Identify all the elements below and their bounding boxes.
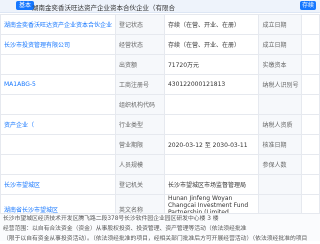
status-badge: 存续 <box>300 1 317 10</box>
page-title: 湖南金奕香沃旺达资产企业资本合伙企业（有限合 <box>32 4 175 12</box>
cell-col-1[interactable]: MA1ABG-5 <box>0 74 117 95</box>
table-row: 组织机构代码 <box>0 94 320 115</box>
cell-value-2 <box>301 94 320 115</box>
cell-label: 行业类型 <box>115 114 165 135</box>
cell-col-1[interactable] <box>0 54 117 75</box>
cell-value-2 <box>301 114 320 135</box>
cell-label-2 <box>258 94 303 115</box>
cell-value: 71720万元 <box>163 54 260 75</box>
company-info-table: 湖南金奕香沃旺达资产企业资本合伙企业 登记状态 存续（在营、开业、在册） 成立日期 长沙… <box>0 14 320 224</box>
table-row: 长沙市投资管理有限公司 经营状态 存续（在营、开业、在册） 成立日期 <box>0 34 320 55</box>
cell-col-1[interactable] <box>0 94 117 115</box>
cell-label-2: 纳税人识别号 <box>258 74 303 95</box>
cell-value-2 <box>301 154 320 175</box>
table-row: 湖南金奕香沃旺达资产企业资本合伙企业 登记状态 存续（在营、开业、在册） 成立日期 <box>0 14 320 35</box>
cell-label-2: 纳税人资质 <box>258 114 303 135</box>
cell-col-1[interactable]: 长沙市投资管理有限公司 <box>0 34 117 55</box>
cell-col-1[interactable]: 长沙市望城区 <box>0 174 117 195</box>
cell-value: 存续（在营、开业、在册） <box>163 14 260 35</box>
cell-col-1[interactable] <box>0 134 117 155</box>
cell-label: 经营状态 <box>115 34 165 55</box>
cell-value <box>163 154 260 175</box>
cell-col-1[interactable]: 湖南金奕香沃旺达资产企业资本合伙企业 <box>0 14 117 35</box>
table-row: 长沙市望城区 登记机关 长沙市望城区市场监督管理局 <box>0 174 320 195</box>
summary-line-2: 经营范围：以自有合法资金（资金）从事股权投资、投资管理、资产管理等活动（依法须经… <box>3 226 247 232</box>
table-row: 资产企业（ 行业类型 纳税人资质 <box>0 114 320 135</box>
table-row: MA1ABG-5 工商注册号 430122000121813 纳税人识别号 <box>0 74 320 95</box>
cell-value-2 <box>301 174 320 195</box>
summary-section: 长沙市望城区经济技术开发区腾飞路二段378号长沙软件园企业园区研发中心楼 3 楼… <box>0 213 320 242</box>
cell-value: 长沙市望城区市场监督管理局 <box>163 174 260 195</box>
cell-value: 430122000121813 <box>163 74 260 95</box>
cell-label-2: 核准日期 <box>258 134 303 155</box>
cell-label-2: 成立日期 <box>258 34 303 55</box>
cell-value <box>163 94 260 115</box>
cell-value-2 <box>301 74 320 95</box>
cell-col-1[interactable] <box>0 154 117 175</box>
cell-label-2: 实缴资本 <box>258 54 303 75</box>
cell-label: 工商注册号 <box>115 74 165 95</box>
cell-label: 人员规模 <box>115 154 165 175</box>
cell-label: 登记状态 <box>115 14 165 35</box>
top-bar: 基本 湖南金奕香沃旺达资产企业资本合伙企业（有限合 存续 <box>0 0 320 13</box>
cell-label: 出资额 <box>115 54 165 75</box>
cell-label: 登记机关 <box>115 174 165 195</box>
cell-value: 存续（在营、开业、在册） <box>163 34 260 55</box>
cell-label-2: 成立日期 <box>258 14 303 35</box>
cell-label: 组织机构代码 <box>115 94 165 115</box>
table-row: 出资额 71720万元 实缴资本 <box>0 54 320 75</box>
table-row: 营业期限 2020-03-12 至 2030-03-11 核准日期 <box>0 134 320 155</box>
cell-value-2 <box>301 54 320 75</box>
cell-col-1[interactable]: 资产企业（ <box>0 114 117 135</box>
cell-value: 2020-03-12 至 2030-03-11 <box>163 134 260 155</box>
cell-value <box>163 114 260 135</box>
cell-label-2: 参保人数 <box>258 154 303 175</box>
cell-value-2 <box>301 134 320 155</box>
cell-label: 营业期限 <box>115 134 165 155</box>
summary-line-3: （限于以自有资金从事投资活动）。（依法须经批准的项目，经相关部门批准后方可开展经… <box>3 236 308 242</box>
summary-line-1: 长沙市望城区经济技术开发区腾飞路二段378号长沙软件园企业园区研发中心楼 3 楼 <box>3 216 219 222</box>
cell-value-2 <box>301 14 320 35</box>
table-row: 人员规模 参保人数 <box>0 154 320 175</box>
cell-value-2 <box>301 34 320 55</box>
cell-label-2 <box>258 174 303 195</box>
